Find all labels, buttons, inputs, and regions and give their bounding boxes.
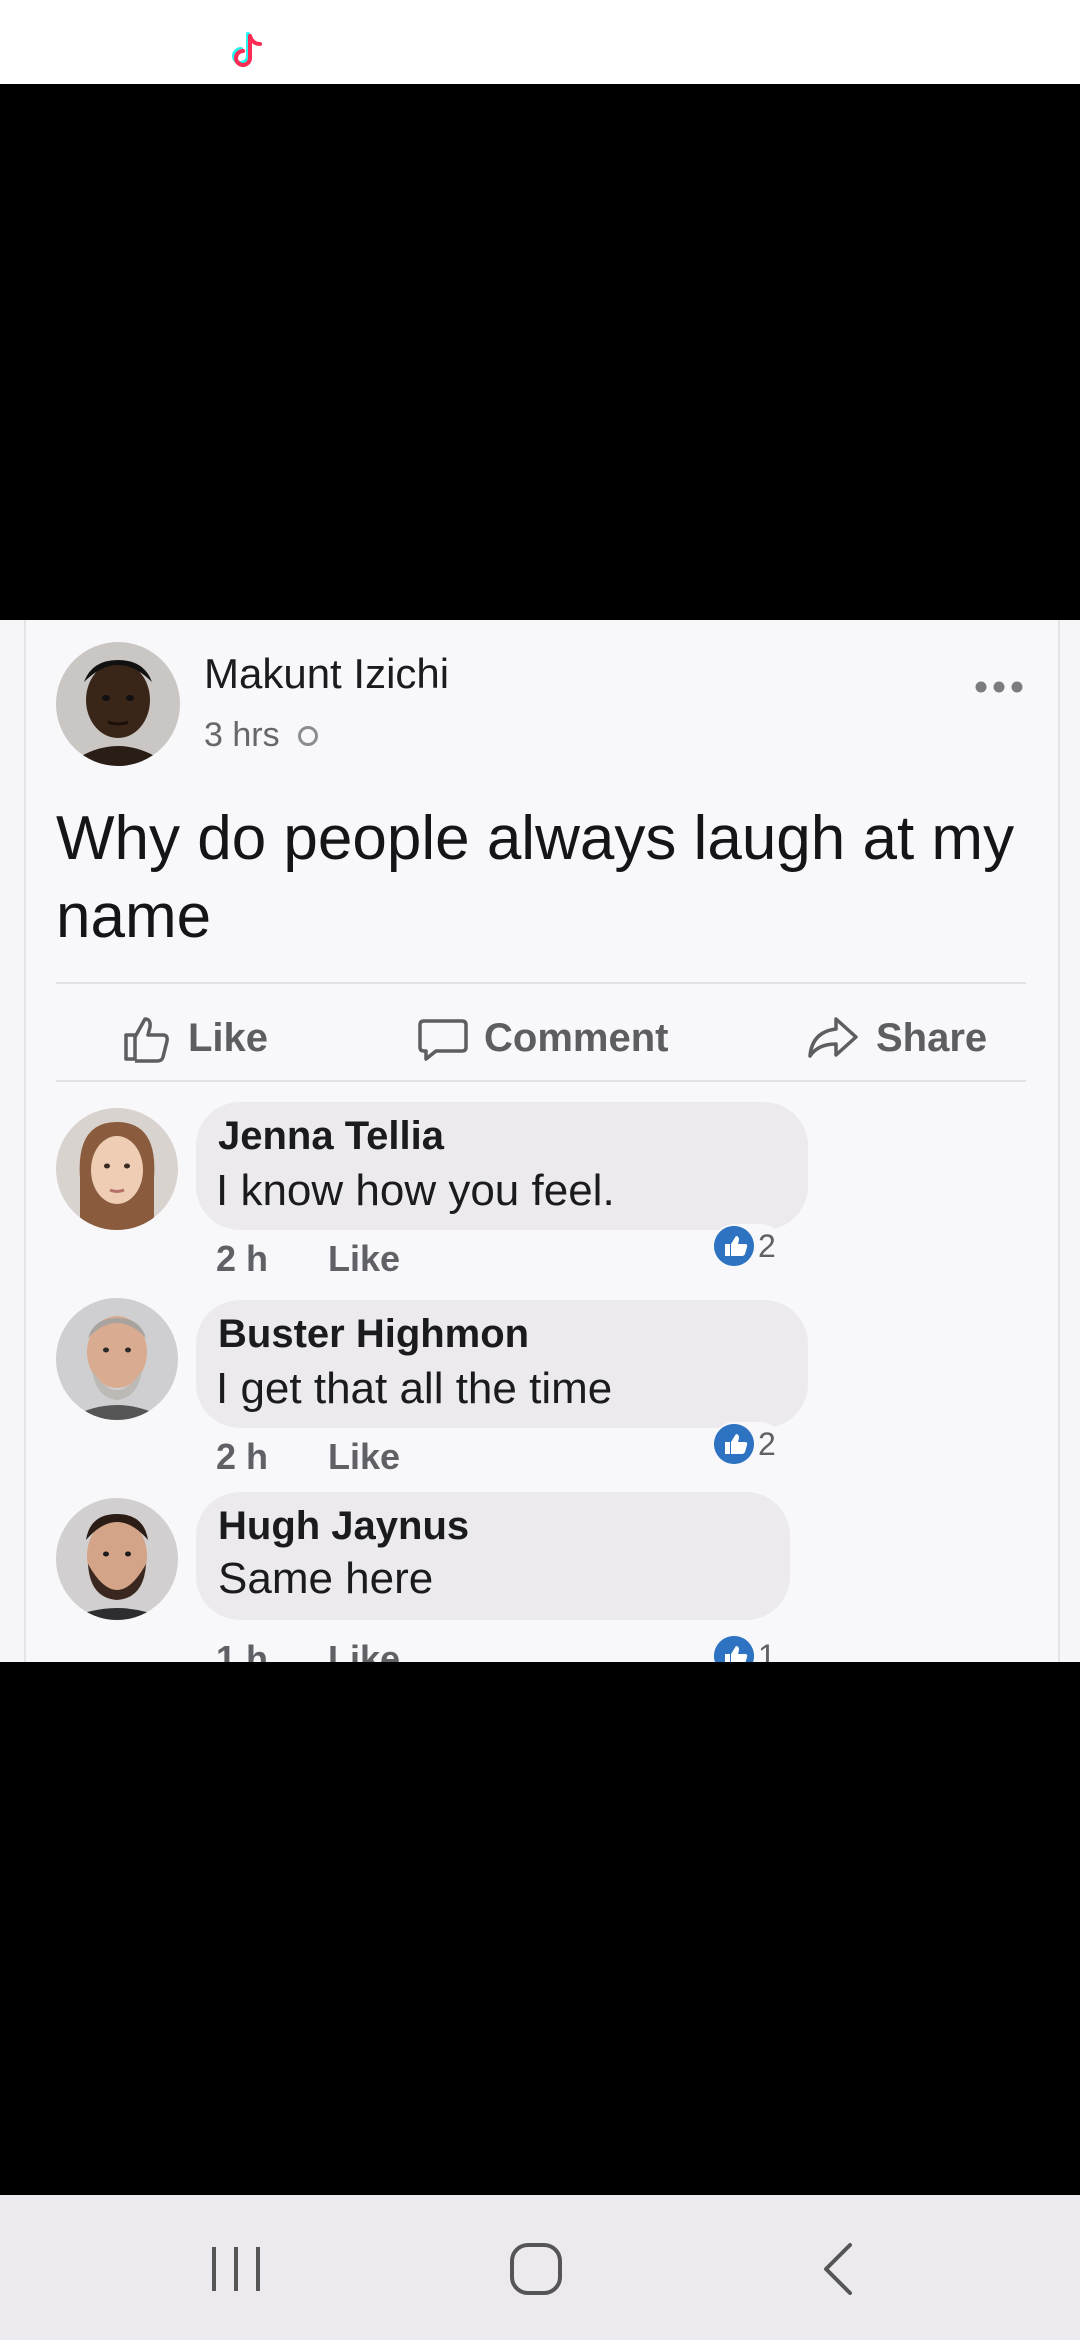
post-time-text: 3 hrs	[204, 716, 280, 754]
home-icon[interactable]	[496, 2235, 576, 2305]
comment-label: Comment	[484, 1015, 669, 1060]
reaction-count[interactable]: 2	[712, 1422, 782, 1466]
post-image: Makunt Izichi 3 hrs Why do people always…	[0, 620, 1080, 1662]
recents-icon[interactable]	[196, 2235, 276, 2305]
comment-button[interactable]: Comment	[418, 1008, 668, 1068]
commenter-avatar[interactable]	[56, 1298, 178, 1420]
comment-like-link[interactable]: Like	[328, 1238, 400, 1280]
comment-item: Buster Highmon I get that all the time 2…	[0, 1298, 1080, 1488]
more-icon[interactable]	[974, 680, 1024, 694]
commenter-avatar[interactable]	[56, 1108, 178, 1230]
like-label: Like	[188, 1015, 269, 1060]
comment-text: I know how you feel.	[216, 1166, 615, 1215]
commenter-avatar[interactable]	[56, 1498, 178, 1620]
comment-icon	[418, 1019, 468, 1061]
reaction-number: 2	[758, 1425, 776, 1462]
comment-like-link[interactable]: Like	[328, 1638, 400, 1662]
thumbs-up-icon	[714, 1424, 754, 1464]
reaction-count[interactable]: 2	[712, 1224, 782, 1268]
share-button[interactable]: Share	[806, 1008, 987, 1068]
back-icon[interactable]	[800, 2235, 880, 2305]
system-nav-bar	[0, 2195, 1080, 2340]
thumbs-up-icon	[714, 1226, 754, 1266]
thumbs-up-icon	[124, 1017, 169, 1063]
commenter-name[interactable]: Buster Highmon	[218, 1312, 529, 1357]
comment-time: 2 h	[216, 1436, 269, 1477]
post-author-name[interactable]: Makunt Izichi	[204, 650, 449, 698]
comment-like-link[interactable]: Like	[328, 1436, 400, 1478]
commenter-name[interactable]: Jenna Tellia	[218, 1114, 444, 1159]
reaction-number: 1	[758, 1637, 776, 1663]
globe-icon	[297, 725, 318, 746]
share-label: Share	[876, 1015, 988, 1060]
share-icon	[808, 1017, 858, 1058]
like-button[interactable]: Like	[122, 1008, 268, 1068]
video-letterbox-top	[0, 84, 1080, 620]
divider-bottom	[56, 1080, 1026, 1082]
comment-time: 2 h	[216, 1238, 269, 1279]
post-timestamp: 3 hrs	[204, 716, 318, 755]
comment-item: Jenna Tellia I know how you feel. 2 h Li…	[0, 1098, 1080, 1288]
reaction-count[interactable]: 1	[712, 1634, 782, 1662]
reaction-number: 2	[758, 1227, 776, 1264]
post-text: Why do people always laugh at my name	[56, 804, 1015, 951]
comment-text: Same here	[218, 1554, 434, 1603]
comment-item: Hugh Jaynus Same here 1 h Like 1	[0, 1492, 1080, 1662]
comment-text: I get that all the time	[216, 1364, 613, 1413]
author-avatar[interactable]	[56, 642, 180, 766]
commenter-name[interactable]: Hugh Jaynus	[218, 1504, 469, 1549]
comment-time: 1 h	[216, 1638, 269, 1662]
video-letterbox-bottom	[0, 1662, 1080, 2195]
thumbs-up-icon	[714, 1636, 754, 1662]
tiktok-icon	[232, 32, 262, 67]
divider-top	[56, 982, 1026, 984]
status-bar	[0, 0, 1080, 84]
